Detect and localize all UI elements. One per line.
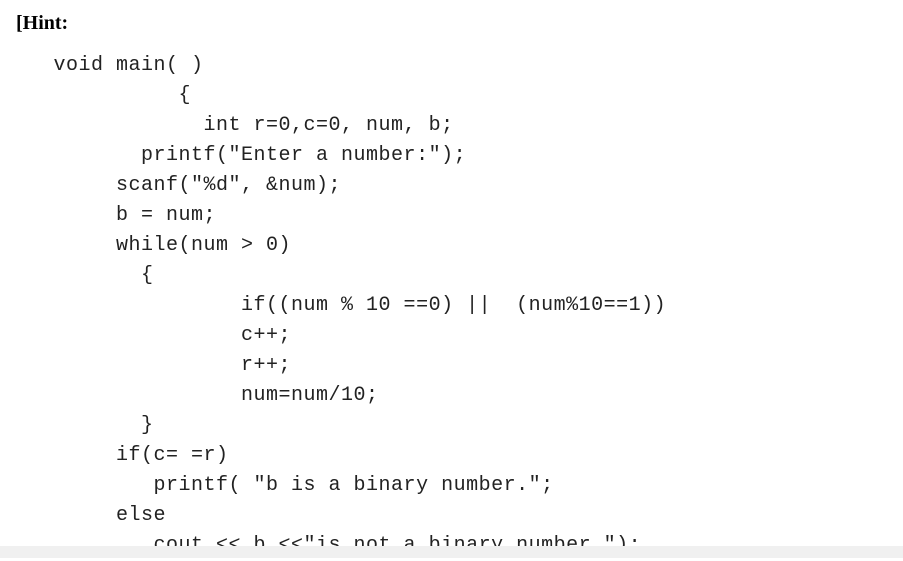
code-line: if(c= =r) [16,444,229,467]
code-line: scanf("%d", &num); [16,174,341,197]
code-snippet: void main( ) { int r=0,c=0, num, b; prin… [16,51,887,561]
code-line: int r=0,c=0, num, b; [16,114,454,137]
hint-heading: [Hint: [16,12,887,35]
code-line: else [16,504,166,527]
code-line: r++; [16,354,291,377]
code-line: printf("Enter a number:"); [16,144,466,167]
code-line: num=num/10; [16,384,379,407]
footer-bar [0,546,903,558]
code-line: while(num > 0) [16,234,291,257]
code-line: } [16,414,154,437]
code-line: c++; [16,324,291,347]
code-line: { [16,84,191,107]
code-line: if((num % 10 ==0) || (num%10==1)) [16,294,666,317]
code-line: { [16,264,154,287]
code-line: b = num; [16,204,216,227]
code-line: void main( ) [16,54,204,77]
code-line: printf( "b is a binary number."; [16,474,554,497]
